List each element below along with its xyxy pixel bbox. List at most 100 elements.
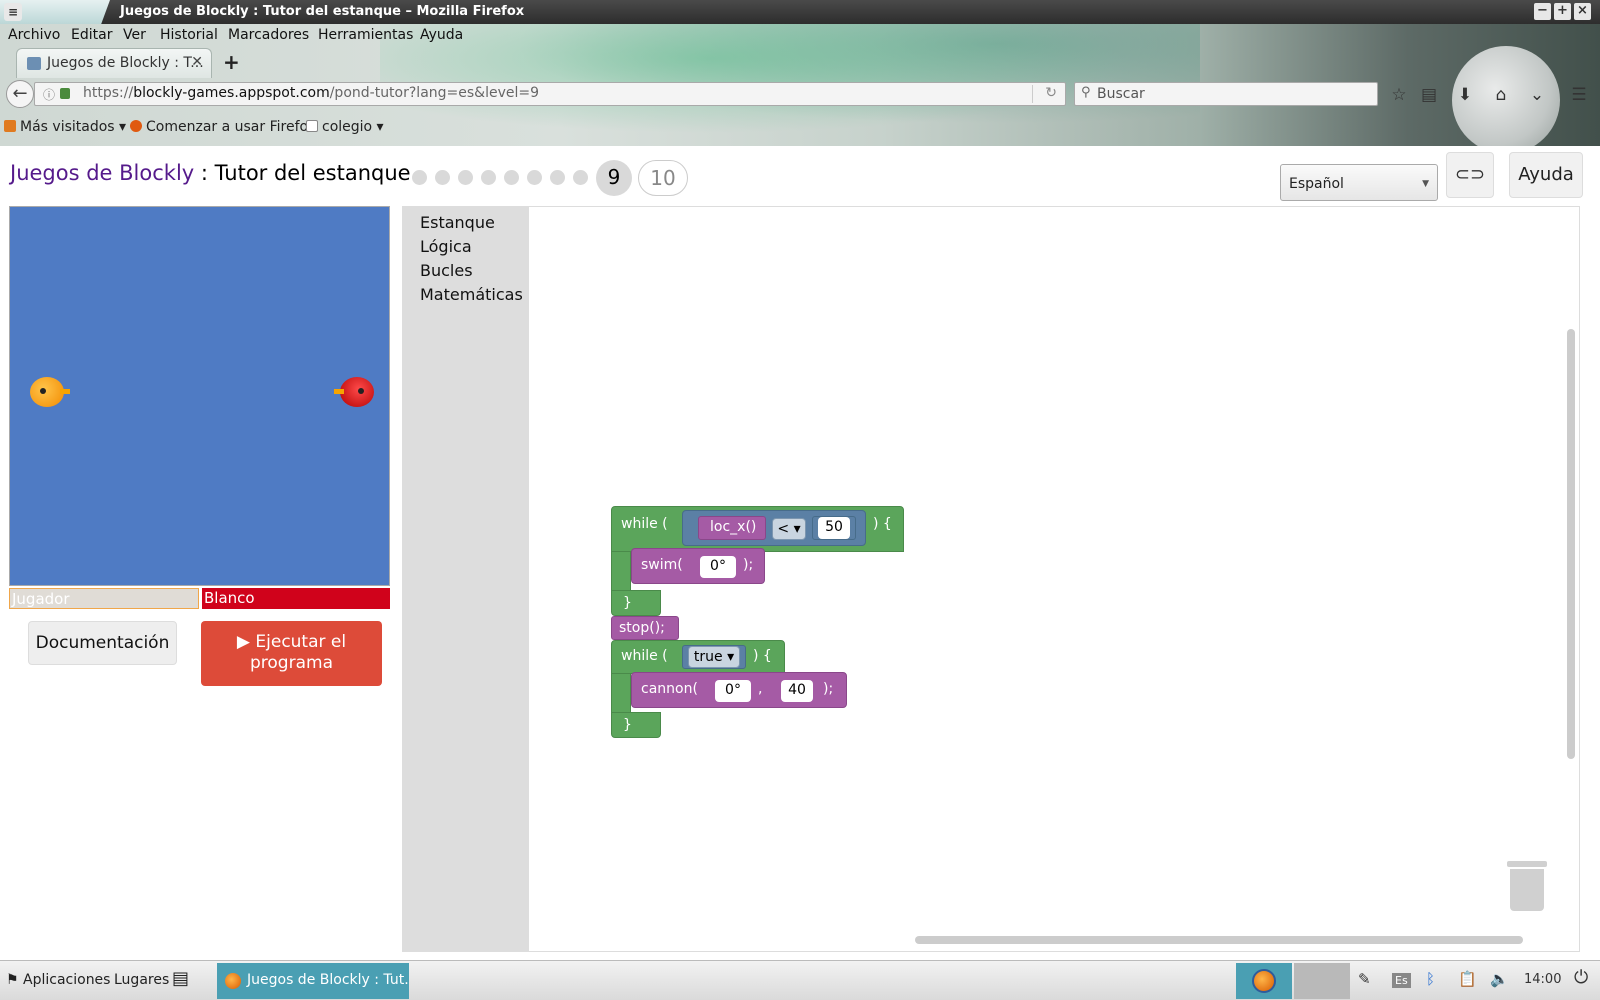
browser-tab[interactable]: Juegos de Blockly : T... ✕ — [16, 48, 212, 78]
navigation-bar: ← ⓘ https://blockly-games.appspot.com/po… — [0, 78, 1600, 112]
window-menu-icon[interactable]: ≡ — [4, 3, 22, 21]
menu-marcadores[interactable]: Marcadores — [228, 27, 309, 43]
menu-editar[interactable]: Editar — [71, 27, 112, 43]
search-icon: ⚲ — [1081, 85, 1091, 100]
places-menu[interactable]: Lugares — [114, 972, 169, 988]
blockly-workspace[interactable]: Estanque Lógica Bucles Matemáticas while… — [402, 206, 1580, 952]
while-brace: } — [623, 595, 632, 611]
trash-icon[interactable] — [1507, 861, 1547, 911]
minimize-icon[interactable]: − — [1534, 3, 1551, 20]
swim-end: ); — [743, 557, 754, 573]
bluetooth-icon[interactable]: ᛒ — [1426, 970, 1435, 988]
duck-beak — [334, 389, 344, 394]
toolbox-category-logica[interactable]: Lógica — [420, 237, 472, 256]
vertical-scrollbar[interactable] — [1567, 329, 1575, 759]
toolbox-category-matematicas[interactable]: Matemáticas — [420, 285, 523, 304]
horizontal-scrollbar[interactable] — [915, 936, 1523, 944]
firefox-icon — [1252, 969, 1276, 993]
menu-ayuda[interactable]: Ayuda — [420, 27, 463, 43]
home-icon[interactable]: ⌂ — [1488, 82, 1514, 108]
documentation-button[interactable]: Documentación — [28, 621, 177, 665]
maximize-icon[interactable]: + — [1554, 3, 1571, 20]
bookmarks-toolbar: Más visitados ▾ Comenzar a usar Firefox … — [0, 116, 1600, 140]
clipboard-icon[interactable]: 📋 — [1458, 970, 1477, 988]
level-dot[interactable] — [573, 170, 588, 185]
menu-historial[interactable]: Historial — [160, 27, 218, 43]
bookmark-colegio[interactable]: colegio ▾ — [306, 119, 384, 135]
player-health-bar: Jugador — [9, 588, 199, 609]
next-level[interactable]: 10 — [638, 160, 688, 196]
operator-dropdown[interactable]: < ▾ — [772, 518, 806, 540]
number-field[interactable]: 50 — [818, 517, 850, 539]
level-dot[interactable] — [435, 170, 450, 185]
help-button[interactable]: Ayuda — [1509, 152, 1583, 198]
toolbox-category-bucles[interactable]: Bucles — [420, 261, 473, 280]
workspace-switcher[interactable] — [1294, 963, 1350, 999]
folder-icon — [306, 120, 318, 132]
download-icon[interactable]: ⬇ — [1452, 82, 1478, 108]
link-icon: ⊂⊃ — [1454, 164, 1486, 185]
trash-lid — [1507, 861, 1547, 867]
menu-herramientas[interactable]: Herramientas — [318, 27, 413, 43]
browser-chrome: ≡ Juegos de Blockly : Tutor del estanque… — [0, 0, 1600, 154]
level-dot[interactable] — [504, 170, 519, 185]
menu-archivo[interactable]: Archivo — [8, 27, 60, 43]
link-button[interactable]: ⊂⊃ — [1446, 152, 1494, 198]
bookmark-mas-visitados[interactable]: Más visitados ▾ — [4, 119, 126, 135]
site-info-icon[interactable]: ⓘ — [43, 86, 55, 103]
duck-eye — [40, 388, 46, 394]
window-titlebar: ≡ Juegos de Blockly : Tutor del estanque… — [0, 0, 1600, 24]
clock[interactable]: 14:00 — [1524, 972, 1561, 987]
while-true-footer — [611, 712, 661, 738]
applications-menu[interactable]: ⚑ Aplicaciones — [6, 972, 110, 988]
reading-list-icon[interactable]: ▤ — [1416, 82, 1442, 108]
pond-canvas — [9, 206, 390, 586]
hamburger-menu-icon[interactable]: ☰ — [1566, 82, 1592, 108]
reload-icon[interactable]: ↻ — [1045, 85, 1057, 101]
bookmark-star-icon[interactable]: ☆ — [1386, 82, 1412, 108]
cannon-angle-field[interactable]: 0° — [715, 680, 751, 702]
url-host: blockly-games.appspot.com — [133, 85, 330, 101]
url-scheme: https:// — [83, 85, 134, 101]
swim-angle-field[interactable]: 0° — [700, 556, 736, 578]
pocket-icon[interactable]: ⌄ — [1524, 82, 1550, 108]
close-window-icon[interactable]: × — [1574, 3, 1591, 20]
url-bar[interactable]: ⓘ https://blockly-games.appspot.com/pond… — [34, 82, 1066, 106]
power-icon[interactable]: ⏻ — [1574, 967, 1588, 988]
bookmark-comenzar[interactable]: Comenzar a usar Firefox — [130, 119, 316, 135]
page-title: Juegos de Blockly : Tutor del estanque — [10, 161, 411, 185]
title-separator: : — [194, 161, 215, 185]
url-text[interactable]: https://blockly-games.appspot.com/pond-t… — [83, 85, 539, 101]
stop-label: stop(); — [619, 620, 665, 636]
loc-x-label: loc_x() — [710, 519, 757, 535]
current-level[interactable]: 9 — [596, 160, 632, 196]
taskbar-firefox-window[interactable]: Juegos de Blockly : Tut... — [217, 963, 409, 999]
level-dot[interactable] — [481, 170, 496, 185]
back-arrow-icon[interactable]: ← — [6, 80, 34, 108]
window-title: Juegos de Blockly : Tutor del estanque –… — [120, 4, 525, 19]
menu-ver[interactable]: Ver — [123, 27, 146, 43]
tab-close-icon[interactable]: ✕ — [191, 54, 203, 70]
url-path: /pond-tutor?lang=es&level=9 — [329, 85, 540, 101]
volume-icon[interactable]: 🔈 — [1490, 970, 1509, 988]
applications-label: Aplicaciones — [23, 972, 111, 988]
keyboard-layout-indicator[interactable]: Es — [1392, 973, 1411, 988]
cannon-range-field[interactable]: 40 — [781, 680, 813, 702]
level-dot[interactable] — [550, 170, 565, 185]
new-tab-icon[interactable]: + — [223, 50, 240, 74]
toolbox-category-estanque[interactable]: Estanque — [420, 213, 495, 232]
bookmark-label: Más visitados — [20, 119, 115, 135]
level-dot[interactable] — [458, 170, 473, 185]
run-program-button[interactable]: ▶ Ejecutar el programa — [201, 621, 382, 686]
target-duck-icon — [334, 377, 374, 407]
level-dot[interactable] — [412, 170, 427, 185]
desktop-icon[interactable]: ▤ — [172, 968, 189, 989]
taskbar-firefox-launcher[interactable] — [1236, 963, 1292, 999]
pen-icon[interactable]: ✎ — [1358, 970, 1371, 988]
games-home-link[interactable]: Juegos de Blockly — [10, 161, 194, 185]
while-keyword: while ( — [621, 648, 668, 664]
language-select[interactable]: Español ▼ — [1280, 164, 1438, 201]
boolean-dropdown[interactable]: true ▾ — [688, 646, 740, 668]
search-bar[interactable]: ⚲ Buscar — [1074, 82, 1378, 106]
level-dot[interactable] — [527, 170, 542, 185]
